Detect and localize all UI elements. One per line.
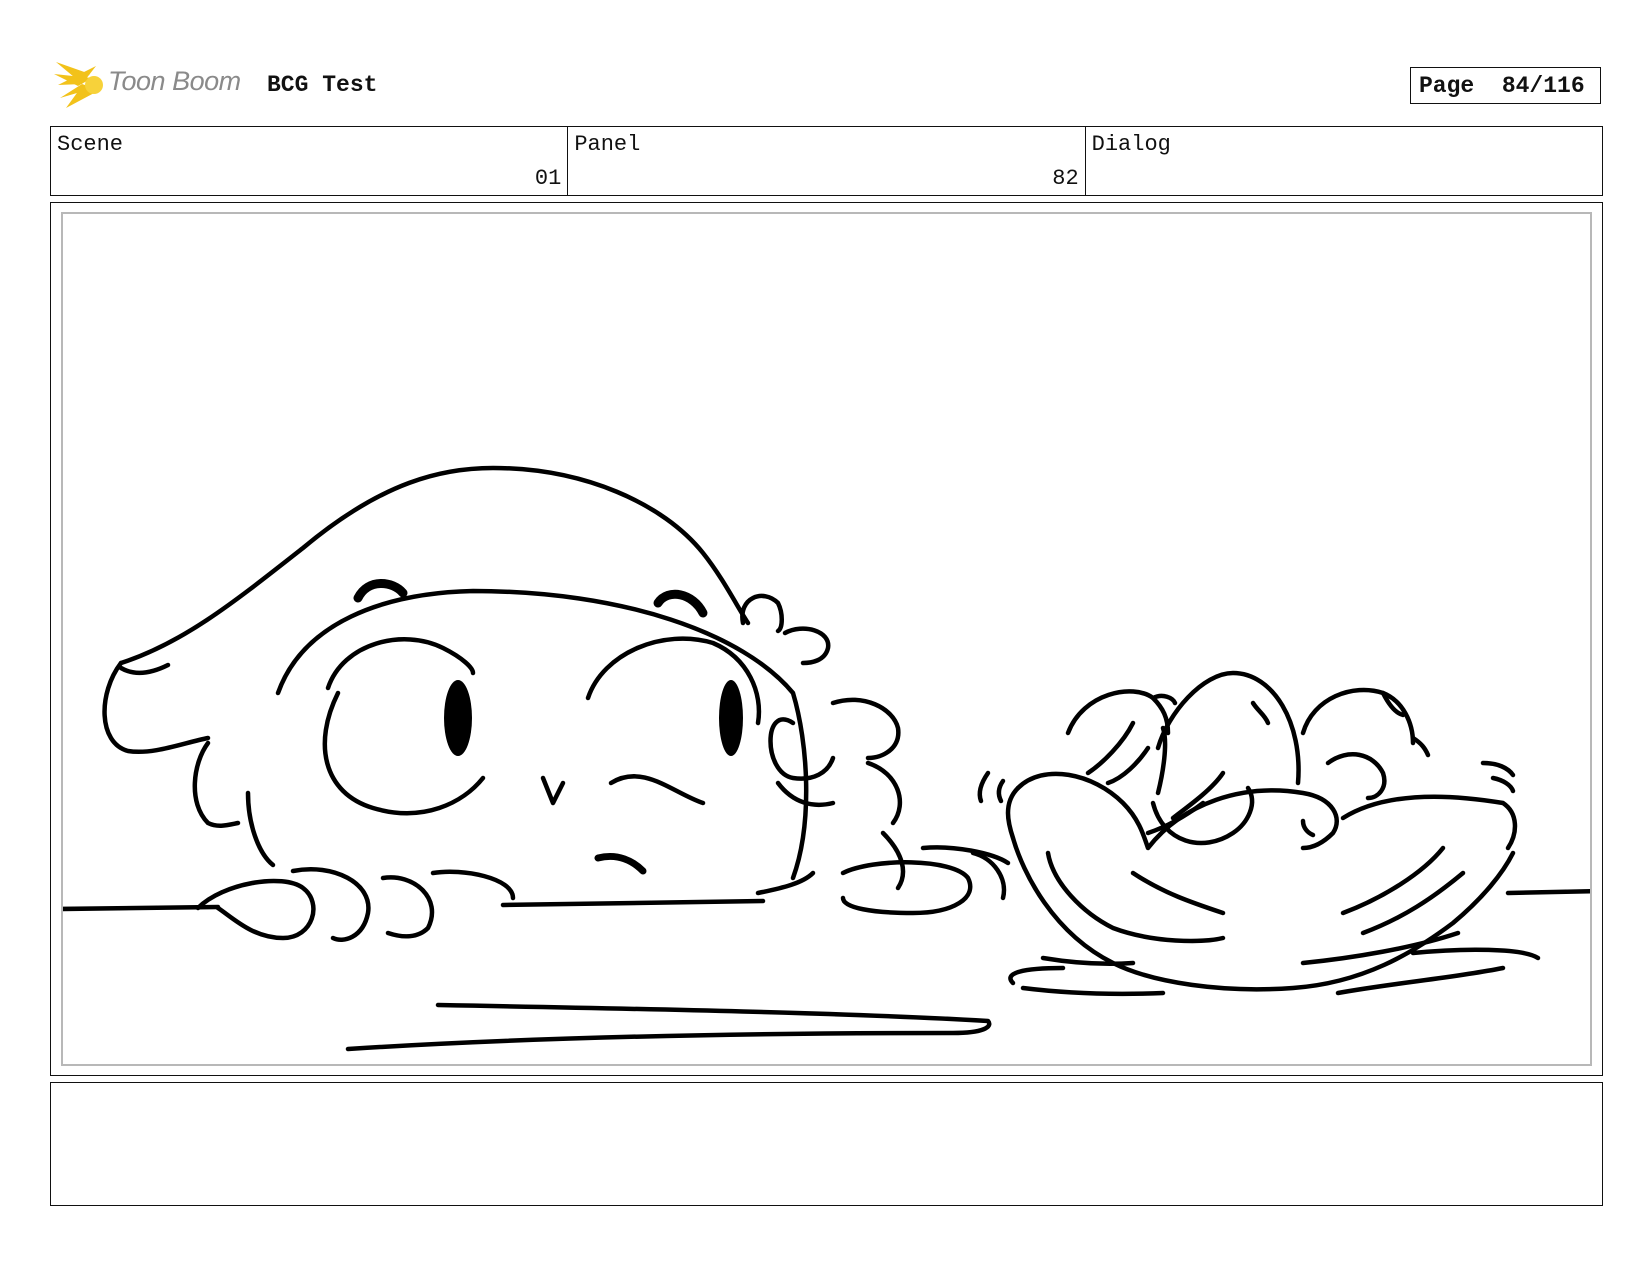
storyboard-sketch [63,465,1590,1052]
logo-wordmark: Toon Boom [108,66,241,96]
scene-label: Scene [57,132,124,157]
storyboard-panel-frame [50,202,1603,1076]
panel-notes-box [50,1082,1603,1206]
scene-value: 01 [534,166,562,191]
dialog-label: Dialog [1091,132,1171,157]
panel-label: Panel [574,132,641,157]
toon-boom-logo-icon [54,62,103,108]
storyboard-drawing-area [61,212,1592,1066]
scene-cell: Scene 01 [51,127,569,195]
panel-info-row: Scene 01 Panel 82 Dialog [50,126,1603,196]
project-title: BCG Test [267,72,378,98]
page-label: Page [1419,72,1475,99]
page-number: 84/116 [1501,72,1585,99]
panel-cell: Panel 82 [568,127,1086,195]
panel-value: 82 [1052,166,1079,191]
page-counter: Page 84/116 [1410,67,1601,104]
dialog-cell: Dialog [1086,127,1602,195]
